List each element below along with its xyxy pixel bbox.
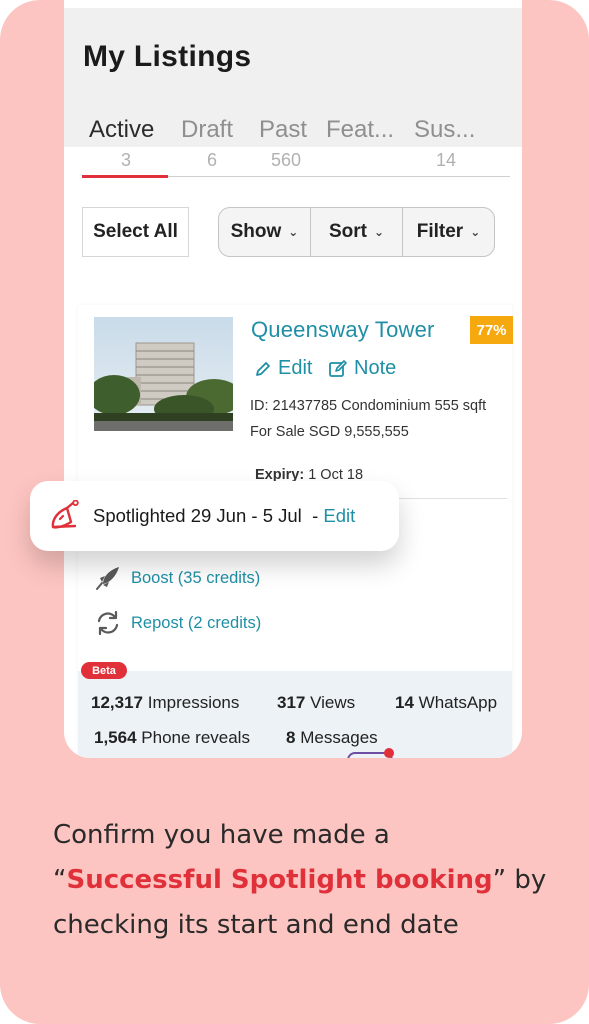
tab-past[interactable]: Past <box>259 116 307 144</box>
show-label: Show <box>230 221 282 242</box>
edit-label: Edit <box>278 357 313 379</box>
spotlight-toast: Spotlighted 29 Jun - 5 Jul - Edit <box>30 481 399 551</box>
caption-line-1: Confirm you have made a <box>53 820 390 850</box>
select-all-button[interactable]: Select All <box>82 207 189 257</box>
pencil-icon <box>256 361 270 376</box>
instruction-caption: Confirm you have made a “Successful Spot… <box>53 813 553 948</box>
note-link[interactable]: Note <box>328 357 396 380</box>
repost-label: Repost (2 credits) <box>131 613 262 632</box>
refresh-icon <box>97 610 119 636</box>
tab-past-count: 560 <box>270 150 302 170</box>
tab-suspended-count: 14 <box>435 150 457 170</box>
chevron-down-icon: ⌄ <box>373 225 385 239</box>
spotlight-status: Spotlighted 29 Jun - 5 Jul - Edit <box>93 505 355 527</box>
whatsapp-label: WhatsApp <box>418 693 498 712</box>
listing-price: For Sale SGD 9,555,555 <box>250 424 409 440</box>
sort-dropdown[interactable]: Sort ⌄ <box>311 208 403 256</box>
whatsapp-value: 14 <box>395 693 414 712</box>
caption-open-quote: “ <box>53 865 67 895</box>
tab-suspended[interactable]: Sus... <box>414 116 475 144</box>
spotlight-edit-link[interactable]: Edit <box>323 505 355 526</box>
impressions-label: Impressions <box>147 693 240 712</box>
repost-button[interactable]: Repost (2 credits) <box>94 609 261 637</box>
filter-dropdown[interactable]: Filter ⌄ <box>403 208 494 256</box>
boost-label: Boost (35 credits) <box>131 568 261 587</box>
beta-badge: Beta <box>81 662 127 679</box>
spotlight-icon <box>51 500 79 529</box>
stat-whatsapp: 14 WhatsApp <box>395 693 497 713</box>
listing-photo[interactable] <box>94 317 233 431</box>
note-edit-icon <box>329 359 347 377</box>
boost-button[interactable]: Boost (35 credits) <box>94 565 260 591</box>
tab-featured[interactable]: Feat... <box>326 116 394 144</box>
views-value: 317 <box>277 693 306 712</box>
show-dropdown[interactable]: Show ⌄ <box>219 208 311 256</box>
caption-close-quote: ” by <box>492 865 547 895</box>
listing-title[interactable]: Queensway Tower <box>251 317 435 343</box>
building-photo-icon <box>94 317 233 431</box>
chevron-down-icon: ⌄ <box>288 225 299 239</box>
caption-line-3: checking its start and end date <box>53 910 459 940</box>
listing-stats: 12,317 Impressions 317 Views 14 WhatsApp… <box>78 671 512 758</box>
stat-messages: 8 Messages <box>286 728 378 748</box>
notification-dot <box>384 748 394 758</box>
caption-line-2: “Successful Spotlight booking” by <box>53 858 553 903</box>
tab-draft[interactable]: Draft <box>181 116 233 144</box>
phone-screen: My Listings Active Draft Past Feat... Su… <box>64 0 522 758</box>
tab-active[interactable]: Active <box>89 116 154 144</box>
page-title: My Listings <box>83 40 252 73</box>
note-label: Note <box>354 357 397 379</box>
phone-label: Phone reveals <box>141 728 250 747</box>
messages-value: 8 <box>286 728 296 747</box>
caption-highlight: Successful Spotlight booking <box>66 865 493 895</box>
stat-views: 317 Views <box>277 693 355 713</box>
quality-score-badge: 77% <box>470 316 513 344</box>
promo-card: My Listings Active Draft Past Feat... Su… <box>0 0 589 1024</box>
chevron-down-icon: ⌄ <box>470 225 481 239</box>
toast-separator: - <box>312 505 319 526</box>
listing-details: ID: 21437785 Condominium 555 sqft <box>250 398 487 414</box>
stat-phone-reveals: 1,564 Phone reveals <box>94 728 250 748</box>
phone-value: 1,564 <box>94 728 137 747</box>
tab-draft-count: 6 <box>206 150 217 170</box>
stat-impressions: 12,317 Impressions <box>91 693 239 713</box>
impressions-value: 12,317 <box>91 693 143 712</box>
tab-active-count: 3 <box>120 150 131 170</box>
select-all-label: Select All <box>93 221 178 242</box>
listing-controls: Show ⌄ Sort ⌄ Filter ⌄ <box>218 207 495 257</box>
spotlight-dates: Spotlighted 29 Jun - 5 Jul <box>93 505 302 526</box>
messages-label: Messages <box>300 728 378 747</box>
views-label: Views <box>310 693 356 712</box>
sort-label: Sort <box>328 221 367 242</box>
rocket-icon <box>96 567 119 590</box>
filter-label: Filter <box>416 221 464 242</box>
edit-listing-link[interactable]: Edit <box>254 357 312 380</box>
tab-active-indicator <box>82 175 168 178</box>
